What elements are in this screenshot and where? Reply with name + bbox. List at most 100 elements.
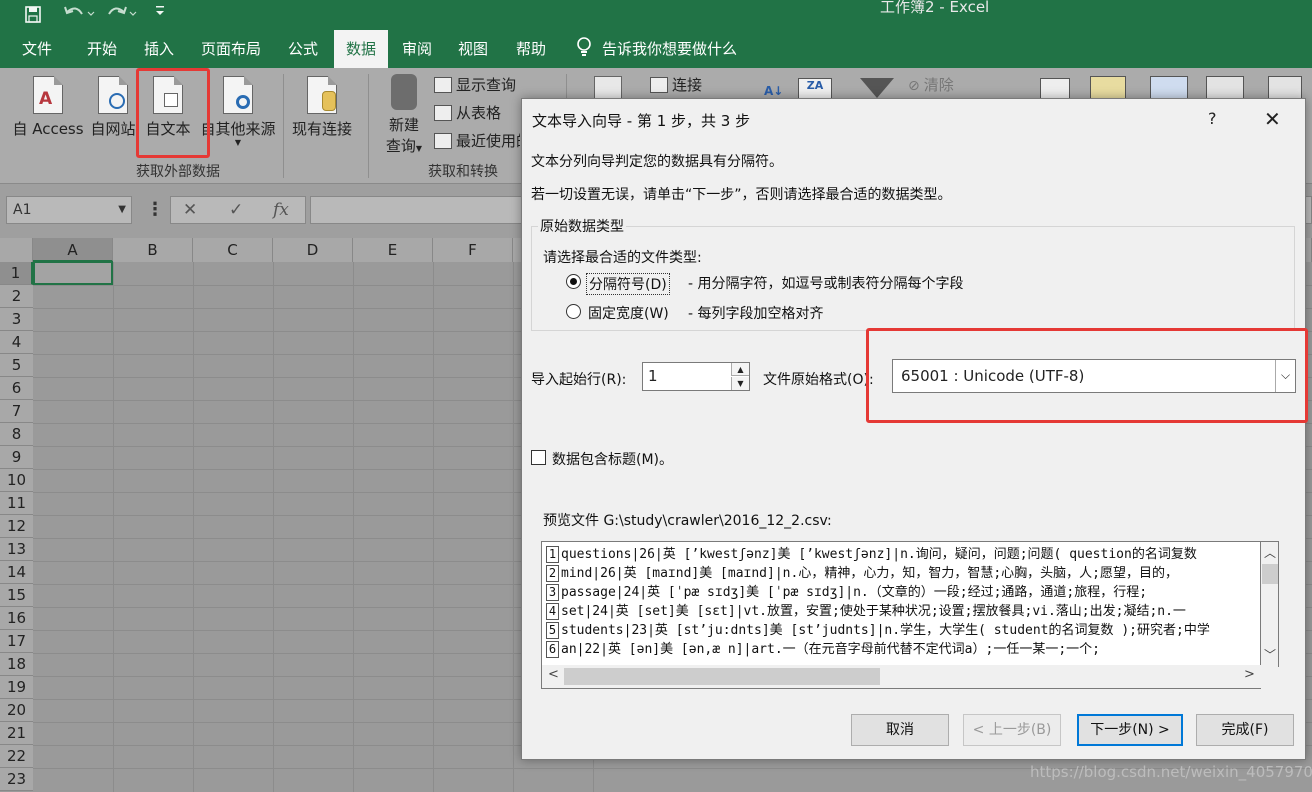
from-access-button[interactable]: A 自 Access: [12, 76, 84, 139]
show-queries-button[interactable]: 显示查询: [434, 74, 516, 96]
start-row-value: 1: [648, 367, 658, 385]
stepper-up-icon[interactable]: ▲: [731, 363, 749, 376]
from-web-button[interactable]: 自网站: [88, 76, 138, 139]
preview-line: 5 students|23|英 [st’ju:dnts]美 [st’judnts]…: [546, 621, 1210, 640]
chevron-up-icon[interactable]: ︿: [1261, 544, 1279, 561]
delimited-description: - 用分隔字符，如逗号或制表符分隔每个字段: [688, 276, 964, 292]
row-header[interactable]: 3: [0, 308, 33, 331]
row-header[interactable]: 1: [0, 262, 33, 285]
chevron-down-icon: ▼: [118, 204, 126, 215]
row-header[interactable]: 4: [0, 331, 33, 354]
next-button[interactable]: 下一步(N) >: [1077, 714, 1183, 746]
preview-vertical-scrollbar[interactable]: ︿ ﹀: [1261, 541, 1279, 667]
delimited-radio[interactable]: [566, 274, 581, 289]
redo-icon[interactable]: [104, 0, 138, 30]
select-all-corner[interactable]: [0, 238, 33, 262]
highlight-file-origin: [866, 328, 1308, 423]
tell-me-box[interactable]: 告诉我你想要做什么: [576, 30, 737, 68]
row-header[interactable]: 6: [0, 377, 33, 400]
tab-help[interactable]: 帮助: [506, 30, 556, 68]
preview-horizontal-scrollbar[interactable]: < >: [541, 665, 1261, 689]
row-header[interactable]: 17: [0, 630, 33, 653]
tab-home[interactable]: 开始: [76, 30, 128, 68]
row-header[interactable]: 11: [0, 492, 33, 515]
more-options-icon[interactable]: ⋮: [146, 198, 164, 222]
from-other-sources-button[interactable]: 自其他来源 ▼: [198, 76, 278, 147]
scroll-thumb[interactable]: [564, 668, 880, 685]
column-header[interactable]: C: [193, 238, 273, 262]
grid-icon: [434, 105, 452, 121]
row-header[interactable]: 16: [0, 607, 33, 630]
row-header[interactable]: 12: [0, 515, 33, 538]
row-header[interactable]: 2: [0, 285, 33, 308]
row-header[interactable]: 7: [0, 400, 33, 423]
undo-icon[interactable]: [62, 0, 96, 30]
row-header[interactable]: 20: [0, 699, 33, 722]
delimited-label[interactable]: 分隔符号(D): [586, 273, 670, 295]
insert-function-icon[interactable]: fx: [273, 200, 289, 220]
row-header[interactable]: 15: [0, 584, 33, 607]
column-header[interactable]: E: [353, 238, 433, 262]
new-query-button[interactable]: 新建 查询▼: [378, 74, 430, 156]
fixed-width-label[interactable]: 固定宽度(W): [588, 303, 669, 323]
show-queries-label: 显示查询: [456, 76, 517, 94]
close-icon[interactable]: ✕: [1264, 107, 1281, 131]
back-button[interactable]: < 上一步(B): [963, 714, 1061, 746]
column-header[interactable]: F: [433, 238, 513, 262]
tab-formulas[interactable]: 公式: [278, 30, 328, 68]
headers-checkbox[interactable]: [531, 450, 546, 465]
cancel-icon[interactable]: ✕: [183, 200, 197, 220]
tell-me-text: 告诉我你想要做什么: [602, 40, 738, 58]
chevron-down-icon[interactable]: ﹀: [1261, 646, 1279, 663]
cancel-button[interactable]: 取消: [851, 714, 949, 746]
connections-button[interactable]: 连接: [650, 74, 702, 96]
clear-button[interactable]: ⊘ 清除: [908, 74, 954, 96]
column-header[interactable]: B: [113, 238, 193, 262]
tab-view[interactable]: 视图: [448, 30, 498, 68]
start-row-label: 导入起始行(R):: [531, 372, 627, 388]
stepper-down-icon[interactable]: ▼: [731, 377, 749, 390]
scroll-thumb[interactable]: [1262, 564, 1278, 584]
row-header[interactable]: 18: [0, 653, 33, 676]
row-header[interactable]: 9: [0, 446, 33, 469]
from-table-button[interactable]: 从表格: [434, 102, 501, 124]
row-header[interactable]: 5: [0, 354, 33, 377]
row-header[interactable]: 14: [0, 561, 33, 584]
row-header[interactable]: 22: [0, 745, 33, 768]
access-icon: A: [33, 76, 63, 114]
finish-button[interactable]: 完成(F): [1196, 714, 1294, 746]
column-header[interactable]: D: [273, 238, 353, 262]
existing-connections-label: 现有连接: [291, 120, 352, 138]
name-box[interactable]: A1 ▼: [6, 196, 132, 224]
tab-review[interactable]: 审阅: [392, 30, 442, 68]
selected-cell-a1[interactable]: [33, 261, 113, 285]
existing-connections-button[interactable]: 现有连接: [288, 76, 356, 139]
row-header[interactable]: 23: [0, 768, 33, 791]
tab-page-layout[interactable]: 页面布局: [192, 30, 270, 68]
chevron-right-icon[interactable]: >: [1244, 667, 1255, 682]
enter-icon[interactable]: ✓: [229, 200, 243, 220]
recent-sources-button[interactable]: 最近使用的: [434, 130, 520, 152]
tab-insert[interactable]: 插入: [134, 30, 184, 68]
filter-icon[interactable]: [860, 78, 894, 98]
tab-data[interactable]: 数据: [334, 30, 388, 68]
row-header[interactable]: 19: [0, 676, 33, 699]
tab-file[interactable]: 文件: [10, 30, 64, 68]
save-icon[interactable]: [24, 0, 42, 30]
row-header[interactable]: 10: [0, 469, 33, 492]
column-header[interactable]: A: [33, 238, 113, 262]
sort-za-icon[interactable]: ZA: [798, 78, 832, 100]
row-header[interactable]: 13: [0, 538, 33, 561]
headers-label[interactable]: 数据包含标题(M)。: [552, 449, 673, 469]
row-header[interactable]: 8: [0, 423, 33, 446]
fixed-width-description: - 每列字段加空格对齐: [688, 306, 824, 322]
grid-line: [433, 262, 434, 792]
start-row-stepper[interactable]: 1 ▲ ▼: [642, 362, 750, 391]
customize-qat-icon[interactable]: [154, 0, 166, 30]
sort-az-icon[interactable]: A↓: [764, 84, 783, 98]
dialog-title: 文本导入向导 - 第 1 步，共 3 步: [532, 112, 751, 130]
chevron-left-icon[interactable]: <: [548, 667, 559, 682]
help-button[interactable]: ?: [1208, 109, 1217, 128]
fixed-width-radio[interactable]: [566, 304, 581, 319]
row-header[interactable]: 21: [0, 722, 33, 745]
